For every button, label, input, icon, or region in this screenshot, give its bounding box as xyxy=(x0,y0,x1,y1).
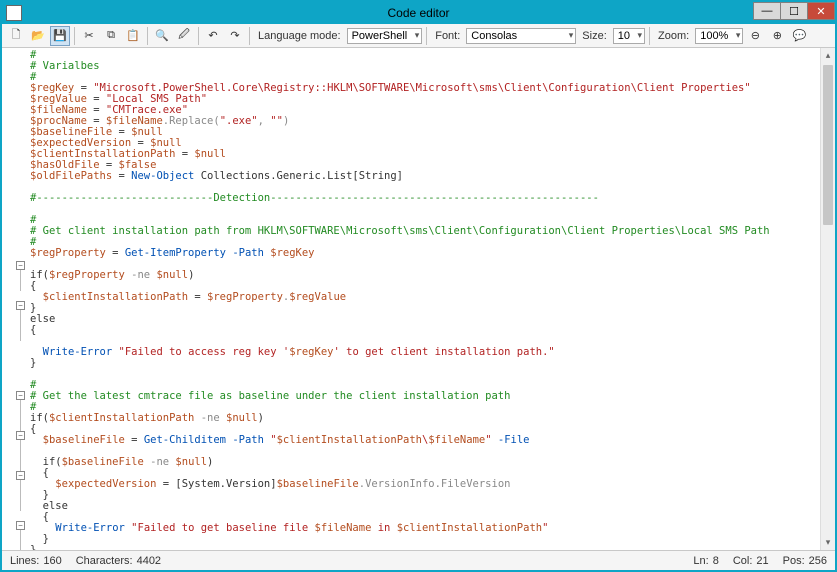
code-line[interactable]: } xyxy=(30,303,820,314)
maximize-button[interactable]: ☐ xyxy=(780,2,808,20)
code-line[interactable]: if($baselineFile -ne $null) xyxy=(30,457,820,468)
code-line[interactable]: $expectedVersion = [System.Version]$base… xyxy=(30,479,820,490)
app-icon xyxy=(6,5,22,21)
font-label: Font: xyxy=(435,30,460,42)
code-line[interactable] xyxy=(30,204,820,215)
fold-toggle[interactable]: − xyxy=(16,521,25,530)
scroll-up-arrow[interactable]: ▴ xyxy=(821,48,835,63)
ln-value: 8 xyxy=(713,555,719,567)
scroll-down-arrow[interactable]: ▾ xyxy=(821,535,835,550)
code-line[interactable]: $regProperty = Get-ItemProperty -Path $r… xyxy=(30,248,820,259)
code-line[interactable]: # Varialbes xyxy=(30,61,820,72)
fold-toggle[interactable]: − xyxy=(16,391,25,400)
ln-label: Ln: xyxy=(693,555,708,567)
code-line[interactable]: Write-Error "Failed to access reg key '$… xyxy=(30,347,820,358)
fold-toggle[interactable]: − xyxy=(16,431,25,440)
save-button[interactable]: 💾 xyxy=(50,26,70,46)
col-value: 21 xyxy=(756,555,768,567)
code-line[interactable]: $oldFilePaths = New-Object Collections.G… xyxy=(30,171,820,182)
col-label: Col: xyxy=(733,555,753,567)
zoom-out-button[interactable]: ⊖ xyxy=(745,26,765,46)
code-line[interactable]: $clientInstallationPath = $regProperty.$… xyxy=(30,292,820,303)
replace-button[interactable]: 🖉 xyxy=(174,26,194,46)
separator xyxy=(74,27,75,45)
code-line[interactable]: } xyxy=(30,490,820,501)
comment-button[interactable]: 💬 xyxy=(789,26,809,46)
paste-button[interactable]: 📋 xyxy=(123,26,143,46)
zoom-select[interactable]: 100% xyxy=(695,28,743,44)
code-editor[interactable]: − − − − − − ## Varialbes#$regKey = "Microsoft… xyxy=(2,48,820,550)
cut-button[interactable]: ✂ xyxy=(79,26,99,46)
code-line[interactable]: else xyxy=(30,501,820,512)
close-button[interactable]: ✕ xyxy=(807,2,835,20)
find-button[interactable]: 🔍 xyxy=(152,26,172,46)
window-controls: — ☐ ✕ xyxy=(754,2,835,20)
titlebar: Code editor — ☐ ✕ xyxy=(2,2,835,24)
code-line[interactable]: if($clientInstallationPath -ne $null) xyxy=(30,413,820,424)
copy-button[interactable]: ⧉ xyxy=(101,26,121,46)
code-line[interactable]: # Get the latest cmtrace file as baselin… xyxy=(30,391,820,402)
zoom-label: Zoom: xyxy=(658,30,689,42)
fold-toggle[interactable]: − xyxy=(16,301,25,310)
code-line[interactable]: # xyxy=(30,50,820,61)
lines-value: 160 xyxy=(43,555,61,567)
code-line[interactable]: { xyxy=(30,325,820,336)
editor-area: − − − − − − ## Varialbes#$regKey = "Microsoft… xyxy=(2,48,835,550)
code-line[interactable]: #----------------------------Detection--… xyxy=(30,193,820,204)
font-select[interactable]: Consolas xyxy=(466,28,576,44)
minimize-button[interactable]: — xyxy=(753,2,781,20)
separator xyxy=(198,27,199,45)
language-mode-select[interactable]: PowerShell xyxy=(347,28,423,44)
code-line[interactable]: else xyxy=(30,314,820,325)
pos-label: Pos: xyxy=(783,555,805,567)
scroll-thumb[interactable] xyxy=(823,65,833,225)
code-line[interactable]: } xyxy=(30,358,820,369)
lines-label: Lines: xyxy=(10,555,39,567)
fold-toggle[interactable]: − xyxy=(16,471,25,480)
toolbar: 🗋 📂 💾 ✂ ⧉ 📋 🔍 🖉 ↶ ↷ Language mode: Power… xyxy=(2,24,835,48)
chars-label: Characters: xyxy=(76,555,133,567)
chars-value: 4402 xyxy=(137,555,161,567)
code-line[interactable]: # Get client installation path from HKLM… xyxy=(30,226,820,237)
fold-guide xyxy=(20,310,21,341)
pos-value: 256 xyxy=(809,555,827,567)
new-file-button[interactable]: 🗋 xyxy=(6,26,26,46)
zoom-in-button[interactable]: ⊕ xyxy=(767,26,787,46)
code-content[interactable]: ## Varialbes#$regKey = "Microsoft.PowerS… xyxy=(30,48,820,550)
size-label: Size: xyxy=(582,30,606,42)
separator xyxy=(426,27,427,45)
separator xyxy=(249,27,250,45)
fold-guide xyxy=(20,530,21,550)
separator xyxy=(147,27,148,45)
code-line[interactable]: $baselineFile = Get-Childitem -Path "$cl… xyxy=(30,435,820,446)
code-line[interactable]: } xyxy=(30,534,820,545)
fold-guide xyxy=(20,270,21,291)
fold-guide xyxy=(20,480,21,501)
size-select[interactable]: 10 xyxy=(613,28,645,44)
redo-button[interactable]: ↷ xyxy=(225,26,245,46)
open-file-button[interactable]: 📂 xyxy=(28,26,48,46)
window-title: Code editor xyxy=(387,6,449,20)
code-line[interactable]: if($regProperty -ne $null) xyxy=(30,270,820,281)
fold-toggle[interactable]: − xyxy=(16,261,25,270)
code-line[interactable]: Write-Error "Failed to get baseline file… xyxy=(30,523,820,534)
undo-button[interactable]: ↶ xyxy=(203,26,223,46)
language-mode-label: Language mode: xyxy=(258,30,341,42)
statusbar: Lines: 160 Characters: 4402 Ln: 8 Col: 2… xyxy=(2,550,835,570)
separator xyxy=(649,27,650,45)
vertical-scrollbar[interactable]: ▴ ▾ xyxy=(820,48,835,550)
code-line[interactable]: } xyxy=(30,545,820,550)
code-line[interactable] xyxy=(30,369,820,380)
gutter[interactable]: − − − − − − xyxy=(2,48,27,550)
fold-guide xyxy=(20,440,21,461)
